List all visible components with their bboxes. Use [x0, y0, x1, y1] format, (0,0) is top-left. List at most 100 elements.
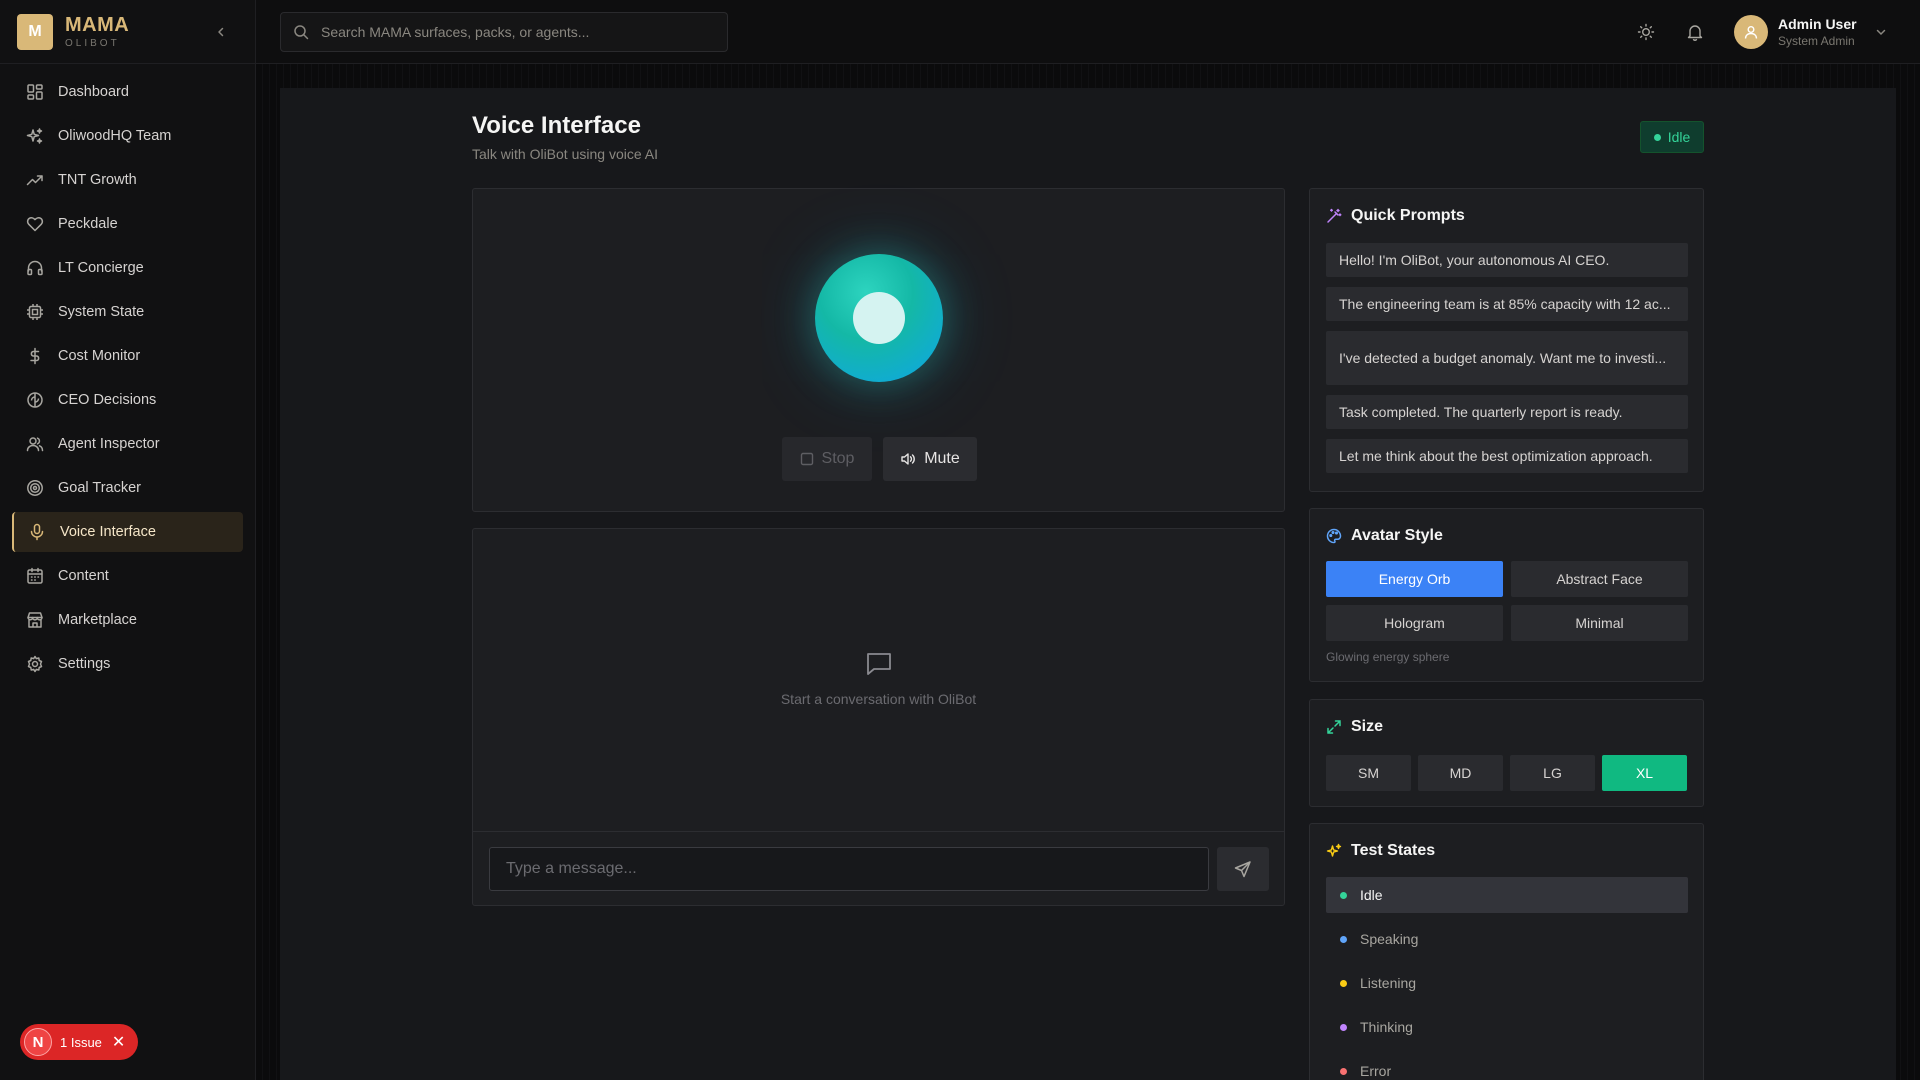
headphones-icon: [25, 258, 45, 278]
sidebar-item-tnt-growth[interactable]: TNT Growth: [12, 160, 243, 200]
search-icon: [293, 24, 309, 40]
sidebar-item-label: Peckdale: [58, 216, 118, 232]
page-subtitle: Talk with OliBot using voice AI: [472, 146, 658, 162]
issue-count-label: 1 Issue: [60, 1034, 102, 1050]
sidebar-item-label: TNT Growth: [58, 172, 137, 188]
sidebar-item-label: Content: [58, 568, 109, 584]
quick-prompts-title: Quick Prompts: [1326, 207, 1465, 225]
magic-wand-icon: [1326, 208, 1342, 224]
test-state-thinking[interactable]: Thinking: [1326, 1009, 1688, 1045]
expand-icon: [1326, 719, 1342, 735]
sidebar-item-lt-concierge[interactable]: LT Concierge: [12, 248, 243, 288]
sidebar-item-settings[interactable]: Settings: [12, 644, 243, 684]
avatar-option-abstract-face[interactable]: Abstract Face: [1511, 561, 1688, 597]
collapse-sidebar-button[interactable]: [211, 22, 231, 42]
avatar-option-energy-orb[interactable]: Energy Orb: [1326, 561, 1503, 597]
palette-icon: [1326, 528, 1342, 544]
sidebar-item-ceo-decisions[interactable]: CEO Decisions: [12, 380, 243, 420]
search-input[interactable]: Search MAMA surfaces, packs, or agents..…: [321, 24, 589, 40]
message-icon: [473, 649, 1284, 679]
search-bar[interactable]: Search MAMA surfaces, packs, or agents..…: [280, 12, 728, 52]
sidebar-item-oliwoodhq-team[interactable]: OliwoodHQ Team: [12, 116, 243, 156]
sidebar-item-label: CEO Decisions: [58, 392, 157, 408]
send-button[interactable]: [1217, 847, 1269, 891]
sidebar-item-label: Cost Monitor: [58, 348, 141, 364]
size-title: Size: [1326, 718, 1383, 736]
avatar: [1734, 15, 1768, 49]
avatar-option-hologram[interactable]: Hologram: [1326, 605, 1503, 641]
sidebar-item-goal-tracker[interactable]: Goal Tracker: [12, 468, 243, 508]
avatar-style-description: Glowing energy sphere: [1326, 650, 1450, 664]
mute-button[interactable]: Mute: [883, 437, 977, 481]
test-state-listening[interactable]: Listening: [1326, 965, 1688, 1001]
state-label: Speaking: [1360, 931, 1419, 947]
quick-prompts-panel: Quick Prompts Hello! I'm OliBot, your au…: [1309, 188, 1704, 492]
heart-icon: [25, 214, 45, 234]
sidebar-item-label: LT Concierge: [58, 260, 144, 276]
test-state-idle[interactable]: Idle: [1326, 877, 1688, 913]
page-title: Voice Interface: [472, 112, 641, 139]
test-state-error[interactable]: Error: [1326, 1053, 1688, 1080]
cpu-icon: [25, 302, 45, 322]
trending-up-icon: [25, 170, 45, 190]
quick-prompt-item[interactable]: I've detected a budget anomaly. Want me …: [1326, 331, 1688, 385]
sidebar-item-label: Marketplace: [58, 612, 137, 628]
sidebar-item-label: System State: [58, 304, 145, 320]
test-state-speaking[interactable]: Speaking: [1326, 921, 1688, 957]
theme-toggle-button[interactable]: [1635, 21, 1657, 43]
notifications-button[interactable]: [1684, 21, 1706, 43]
sidebar: M MAMA OLIBOT Dashboard OliwoodHQ Team T…: [0, 0, 256, 1080]
chevron-left-icon: [218, 27, 224, 37]
state-dot: [1340, 1023, 1347, 1031]
sidebar-item-cost-monitor[interactable]: Cost Monitor: [12, 336, 243, 376]
sidebar-item-label: Voice Interface: [60, 524, 156, 540]
size-option-lg[interactable]: LG: [1510, 755, 1595, 791]
size-option-sm[interactable]: SM: [1326, 755, 1411, 791]
state-label: Idle: [1360, 887, 1383, 903]
test-states-panel: Test States Idle Speaking Listening Thin…: [1309, 823, 1704, 1080]
state-dot: [1340, 979, 1347, 987]
store-icon: [25, 610, 45, 630]
user-name: Admin User: [1778, 15, 1857, 32]
panel-title-label: Size: [1351, 718, 1384, 735]
sidebar-item-marketplace[interactable]: Marketplace: [12, 600, 243, 640]
sidebar-item-voice-interface[interactable]: Voice Interface: [12, 512, 243, 552]
brain-icon: [25, 390, 45, 410]
sidebar-item-label: Settings: [58, 656, 111, 672]
state-dot: [1340, 935, 1347, 943]
users-icon: [25, 434, 45, 454]
dollar-icon: [25, 346, 45, 366]
quick-prompt-item[interactable]: The engineering team is at 85% capacity …: [1326, 287, 1688, 321]
stop-button[interactable]: Stop: [782, 437, 872, 481]
sparkles-icon: [1326, 843, 1342, 859]
sidebar-item-dashboard[interactable]: Dashboard: [12, 72, 243, 112]
mic-icon: [27, 522, 47, 542]
dashboard-icon: [25, 82, 45, 102]
stop-icon: [800, 452, 814, 466]
panel-title-label: Test States: [1351, 842, 1436, 859]
user-menu[interactable]: Admin User System Admin: [1734, 14, 1887, 50]
close-icon[interactable]: ✕: [112, 1032, 125, 1052]
state-label: Thinking: [1360, 1019, 1413, 1035]
stop-label: Stop: [821, 450, 855, 467]
issue-badge-letter: N: [24, 1028, 52, 1056]
sparkles-icon: [25, 126, 45, 146]
volume-icon: [900, 451, 916, 467]
avatar-option-minimal[interactable]: Minimal: [1511, 605, 1688, 641]
sidebar-item-agent-inspector[interactable]: Agent Inspector: [12, 424, 243, 464]
size-option-md[interactable]: MD: [1418, 755, 1503, 791]
issue-indicator[interactable]: N 1 Issue ✕: [20, 1024, 138, 1060]
avatar-style-title: Avatar Style: [1326, 527, 1443, 545]
sidebar-item-content[interactable]: Content: [12, 556, 243, 596]
sidebar-item-system-state[interactable]: System State: [12, 292, 243, 332]
size-option-xl[interactable]: XL: [1602, 755, 1687, 791]
message-input[interactable]: [489, 847, 1209, 891]
quick-prompt-item[interactable]: Task completed. The quarterly report is …: [1326, 395, 1688, 429]
chat-empty-state: Start a conversation with OliBot: [473, 649, 1284, 707]
brand-subtitle: OLIBOT: [65, 38, 120, 49]
quick-prompt-item[interactable]: Hello! I'm OliBot, your autonomous AI CE…: [1326, 243, 1688, 277]
quick-prompt-item[interactable]: Let me think about the best optimization…: [1326, 439, 1688, 473]
energy-orb-avatar[interactable]: [815, 254, 943, 382]
sidebar-item-peckdale[interactable]: Peckdale: [12, 204, 243, 244]
status-badge: Idle: [1640, 121, 1704, 153]
